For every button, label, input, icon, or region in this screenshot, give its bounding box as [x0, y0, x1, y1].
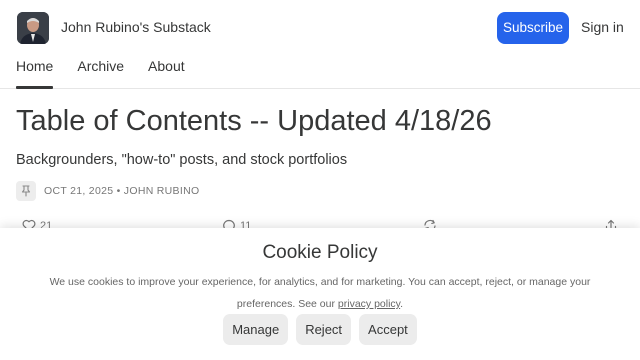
- cookie-buttons: Manage Reject Accept: [0, 314, 640, 345]
- avatar[interactable]: [17, 12, 49, 44]
- meta-separator: •: [116, 185, 121, 197]
- cookie-banner: Cookie Policy We use cookies to improve …: [0, 228, 640, 360]
- pin-icon: [16, 181, 36, 201]
- nav-tabs: Home Archive About: [16, 58, 209, 89]
- cookie-title: Cookie Policy: [262, 242, 378, 263]
- cookie-text-end: .: [400, 298, 404, 310]
- cookie-text: We use cookies to improve your experienc…: [30, 271, 610, 315]
- site-name[interactable]: John Rubino's Substack: [61, 19, 211, 35]
- post-meta: OCT 21, 2025 • JOHN RUBINO: [44, 185, 199, 197]
- post-date: OCT 21, 2025: [44, 185, 114, 197]
- subscribe-button[interactable]: Subscribe: [497, 12, 569, 44]
- tab-archive[interactable]: Archive: [77, 58, 124, 89]
- privacy-policy-link[interactable]: privacy policy: [338, 298, 400, 310]
- cookie-text-body: We use cookies to improve your experienc…: [49, 276, 591, 310]
- post-title[interactable]: Table of Contents -- Updated 4/18/26: [16, 105, 492, 138]
- manage-button[interactable]: Manage: [223, 314, 289, 345]
- site-header: John Rubino's Substack Subscribe Sign in…: [0, 0, 640, 89]
- reject-button[interactable]: Reject: [296, 314, 352, 345]
- post-author[interactable]: JOHN RUBINO: [124, 185, 200, 197]
- post-subtitle: Backgrounders, "how-to" posts, and stock…: [16, 152, 348, 168]
- tab-home[interactable]: Home: [16, 58, 54, 89]
- post-actions: 21 11: [0, 215, 640, 232]
- sign-in-link[interactable]: Sign in: [581, 19, 624, 35]
- tab-about[interactable]: About: [148, 58, 185, 89]
- accept-button[interactable]: Accept: [359, 314, 417, 345]
